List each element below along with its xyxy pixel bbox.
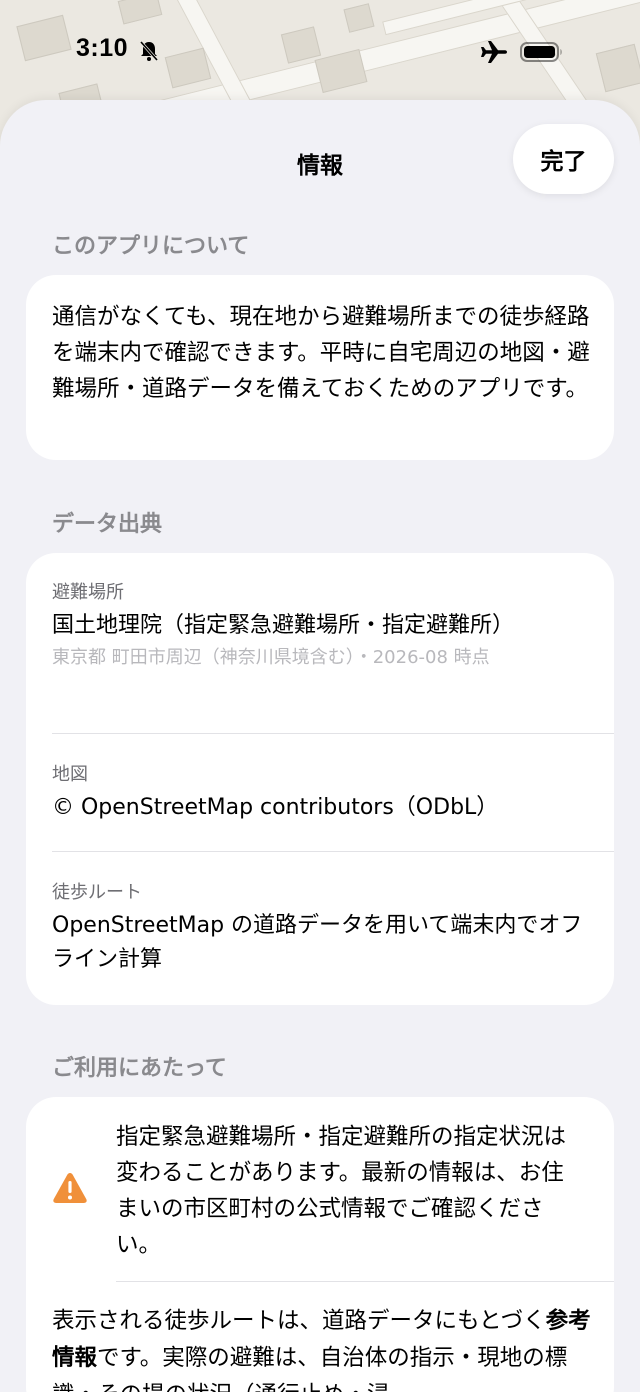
about-text: 通信がなくても、現在地から避難場所までの徒歩経路を端末内で確認できます。平時に自… bbox=[52, 304, 590, 402]
warning-icon bbox=[53, 1173, 87, 1203]
status-bar: 3:10 bbox=[0, 0, 640, 100]
route-note-part1: 表示される徒歩ルートは、道路データにもとづく bbox=[52, 1308, 546, 1334]
section-header-sources: データ出典 bbox=[52, 512, 163, 537]
done-button[interactable]: 完了 bbox=[513, 124, 614, 194]
about-card: 通信がなくても、現在地から避難場所までの徒歩経路を端末内で確認できます。平時に自… bbox=[26, 275, 614, 460]
source-label: 避難場所 bbox=[52, 582, 124, 603]
airplane-icon bbox=[481, 41, 507, 63]
sources-card: 避難場所 国土地理院（指定緊急避難場所・指定避難所） 東京都 町田市周辺（神奈川… bbox=[26, 553, 614, 1005]
bell-slash-icon bbox=[139, 41, 159, 61]
source-note: 東京都 町田市周辺（神奈川県境含む）・2026-08 時点 bbox=[52, 647, 490, 668]
source-value: © OpenStreetMap contributors（ODbL） bbox=[52, 795, 499, 820]
source-item-shelters: 避難場所 国土地理院（指定緊急避難場所・指定避難所） 東京都 町田市周辺（神奈川… bbox=[52, 579, 592, 673]
info-sheet: 情報 完了 このアプリについて 通信がなくても、現在地から避難場所までの徒歩経路… bbox=[0, 100, 640, 1392]
divider bbox=[116, 1281, 614, 1282]
usage-card: 指定緊急避難場所・指定避難所の指定状況は変わることがあります。最新の情報は、お住… bbox=[26, 1097, 614, 1392]
section-header-usage: ご利用にあたって bbox=[52, 1056, 227, 1081]
source-item-map: 地図 © OpenStreetMap contributors（ODbL） bbox=[52, 761, 592, 825]
battery-icon bbox=[520, 42, 562, 62]
divider bbox=[52, 733, 614, 734]
status-time: 3:10 bbox=[76, 34, 129, 62]
source-label: 地図 bbox=[52, 764, 88, 785]
source-value: 国土地理院（指定緊急避難場所・指定避難所） bbox=[52, 613, 515, 638]
section-header-about: このアプリについて bbox=[52, 234, 250, 259]
source-value: OpenStreetMap の道路データを用いて端末内でオフライン計算 bbox=[52, 913, 583, 972]
warning-text: 指定緊急避難場所・指定避難所の指定状況は変わることがあります。最新の情報は、お住… bbox=[116, 1124, 567, 1258]
source-item-route: 徒歩ルート OpenStreetMap の道路データを用いて端末内でオフライン計… bbox=[52, 879, 592, 977]
route-note-text: 表示される徒歩ルートは、道路データにもとづく参考情報です。実際の避難は、自治体の… bbox=[52, 1303, 592, 1392]
divider bbox=[52, 851, 614, 852]
route-note-part2: です。実際の避難は、自治体の指示・現地の標識・その場の状況（通行止め・浸 bbox=[52, 1345, 568, 1392]
source-label: 徒歩ルート bbox=[52, 882, 142, 903]
